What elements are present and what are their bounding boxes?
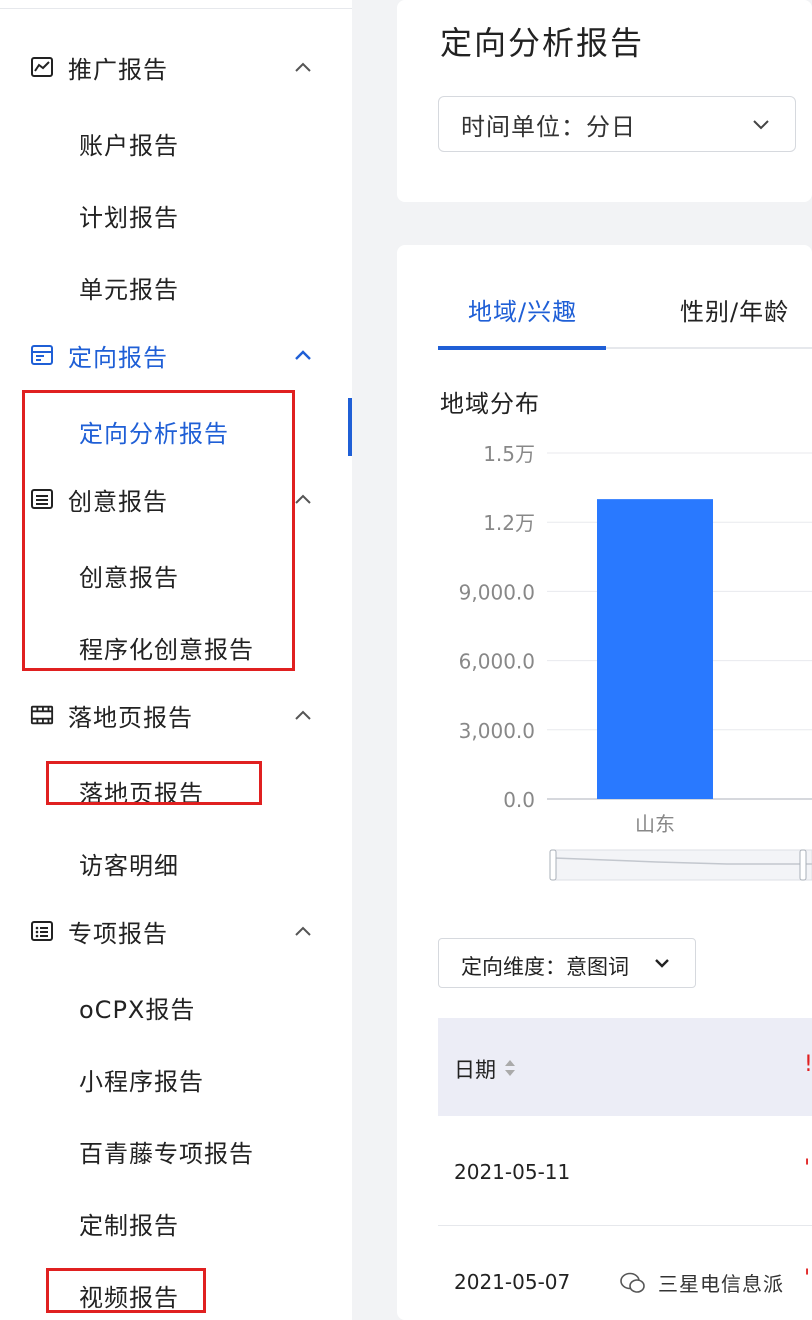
time-unit-select[interactable]: 时间单位：分日 — [438, 96, 796, 152]
sidebar-item-creative-report[interactable]: 创意报告 — [0, 546, 352, 598]
sidebar-item-label: 单元报告 — [79, 276, 179, 304]
chevron-up-icon[interactable] — [292, 344, 314, 366]
table-header: 日期 ! — [438, 1018, 812, 1116]
sidebar-item-landing-page-report[interactable]: 落地页报告 — [0, 762, 352, 814]
sidebar-item-label: 访客明细 — [79, 852, 179, 880]
sidebar-item-label: 账户报告 — [79, 132, 179, 160]
sidebar-item-unit-report[interactable]: 单元报告 — [0, 258, 352, 310]
special-report-icon — [30, 919, 54, 943]
active-indicator — [348, 398, 352, 456]
table-row: 2021-05-11 ' — [438, 1116, 812, 1226]
sidebar-group-label: 专项报告 — [68, 919, 168, 948]
sidebar-group-targeting-report[interactable]: 定向报告 — [0, 329, 352, 381]
y-tick-label: 6,000.0 — [459, 650, 535, 674]
y-tick-label: 9,000.0 — [459, 580, 535, 604]
sidebar-group-label: 创意报告 — [68, 487, 168, 516]
sidebar-group-creative-report[interactable]: 创意报告 — [0, 473, 352, 525]
tab-active-indicator — [438, 346, 606, 350]
zoom-slider-handle-right — [799, 849, 807, 881]
sidebar-item-label: 创意报告 — [79, 564, 179, 592]
wechat-icon — [620, 1272, 645, 1293]
truncated-column-marker: ! — [804, 1052, 812, 1077]
sidebar-item-mini-program-report[interactable]: 小程序报告 — [0, 1050, 352, 1102]
sidebar-group-promotion-report[interactable]: 推广报告 — [0, 41, 352, 93]
y-tick-label: 0.0 — [503, 788, 535, 812]
watermark-text: 三星电信息派 — [658, 1272, 784, 1296]
sidebar-item-label: 程序化创意报告 — [79, 636, 254, 664]
sidebar-item-label: 视频报告 — [79, 1284, 179, 1312]
chevron-down-icon — [751, 113, 771, 139]
sidebar-item-label: 小程序报告 — [79, 1068, 204, 1096]
x-tick-label: 山东 — [635, 812, 675, 836]
sidebar-item-label: 落地页报告 — [79, 780, 204, 808]
sidebar-group-label: 推广报告 — [68, 55, 168, 84]
sort-icon[interactable] — [504, 1058, 516, 1082]
sidebar-group-label: 落地页报告 — [68, 703, 193, 732]
row-date: 2021-05-11 — [454, 1160, 571, 1184]
row-date: 2021-05-07 — [454, 1270, 571, 1294]
sidebar: 推广报告 账户报告 计划报告 单元报告 定向报告 定向分析报告 创意报告 创意报… — [0, 0, 352, 1320]
sidebar-item-label: 计划报告 — [79, 204, 179, 232]
tab-gender-age[interactable]: 性别/年龄 — [680, 292, 789, 327]
zoom-slider-handle-left — [549, 849, 557, 881]
y-tick-label: 1.5万 — [483, 442, 535, 466]
y-tick-label: 1.2万 — [483, 511, 535, 535]
column-header-date[interactable]: 日期 — [454, 1054, 496, 1084]
targeting-report-icon — [30, 343, 54, 367]
sidebar-item-ocpx-report[interactable]: oCPX报告 — [0, 978, 352, 1030]
landing-page-icon — [30, 703, 54, 727]
sidebar-item-label: oCPX报告 — [79, 996, 196, 1024]
page-title: 定向分析报告 — [440, 24, 645, 62]
sidebar-item-visitor-detail[interactable]: 访客明细 — [0, 834, 352, 886]
chart-section-title: 地域分布 — [440, 390, 540, 418]
sidebar-group-landing-page-report[interactable]: 落地页报告 — [0, 689, 352, 741]
sidebar-item-custom-report[interactable]: 定制报告 — [0, 1194, 352, 1246]
chevron-up-icon[interactable] — [292, 920, 314, 942]
bar — [597, 499, 713, 799]
sidebar-group-special-report[interactable]: 专项报告 — [0, 905, 352, 957]
zoom-slider-track — [551, 849, 812, 881]
truncated-cell-marker: ' — [804, 1156, 811, 1181]
sidebar-item-account-report[interactable]: 账户报告 — [0, 114, 352, 166]
sidebar-item-plan-report[interactable]: 计划报告 — [0, 186, 352, 238]
sidebar-group-label: 定向报告 — [68, 343, 168, 372]
truncated-cell-marker: ' — [804, 1266, 811, 1291]
tab-region-interest[interactable]: 地域/兴趣 — [468, 292, 577, 327]
y-tick-label: 3,000.0 — [459, 719, 535, 743]
sidebar-item-baiqingteng-report[interactable]: 百青藤专项报告 — [0, 1122, 352, 1174]
creative-report-icon — [30, 487, 54, 511]
chart-report-icon — [30, 55, 54, 79]
chevron-up-icon[interactable] — [292, 56, 314, 78]
time-unit-value: 时间单位：分日 — [461, 112, 636, 141]
sidebar-item-label: 百青藤专项报告 — [79, 1140, 254, 1168]
chevron-up-icon[interactable] — [292, 704, 314, 726]
chevron-down-icon — [653, 956, 671, 976]
sidebar-item-label: 定制报告 — [79, 1212, 179, 1240]
region-bar-chart: 0.0 3,000.0 6,000.0 9,000.0 1.2万 1.5万山东 — [459, 442, 812, 881]
dimension-select[interactable]: 定向维度：意图词 — [438, 938, 696, 988]
divider — [0, 8, 352, 9]
chevron-up-icon[interactable] — [292, 488, 314, 510]
watermark: 三星电信息派 — [620, 1268, 784, 1297]
sidebar-item-targeting-analysis-report[interactable]: 定向分析报告 — [0, 402, 352, 454]
sidebar-item-programmatic-creative-report[interactable]: 程序化创意报告 — [0, 618, 352, 670]
dimension-value: 定向维度：意图词 — [461, 955, 629, 979]
sidebar-item-label: 定向分析报告 — [79, 420, 229, 448]
sidebar-item-video-report[interactable]: 视频报告 — [0, 1266, 352, 1318]
